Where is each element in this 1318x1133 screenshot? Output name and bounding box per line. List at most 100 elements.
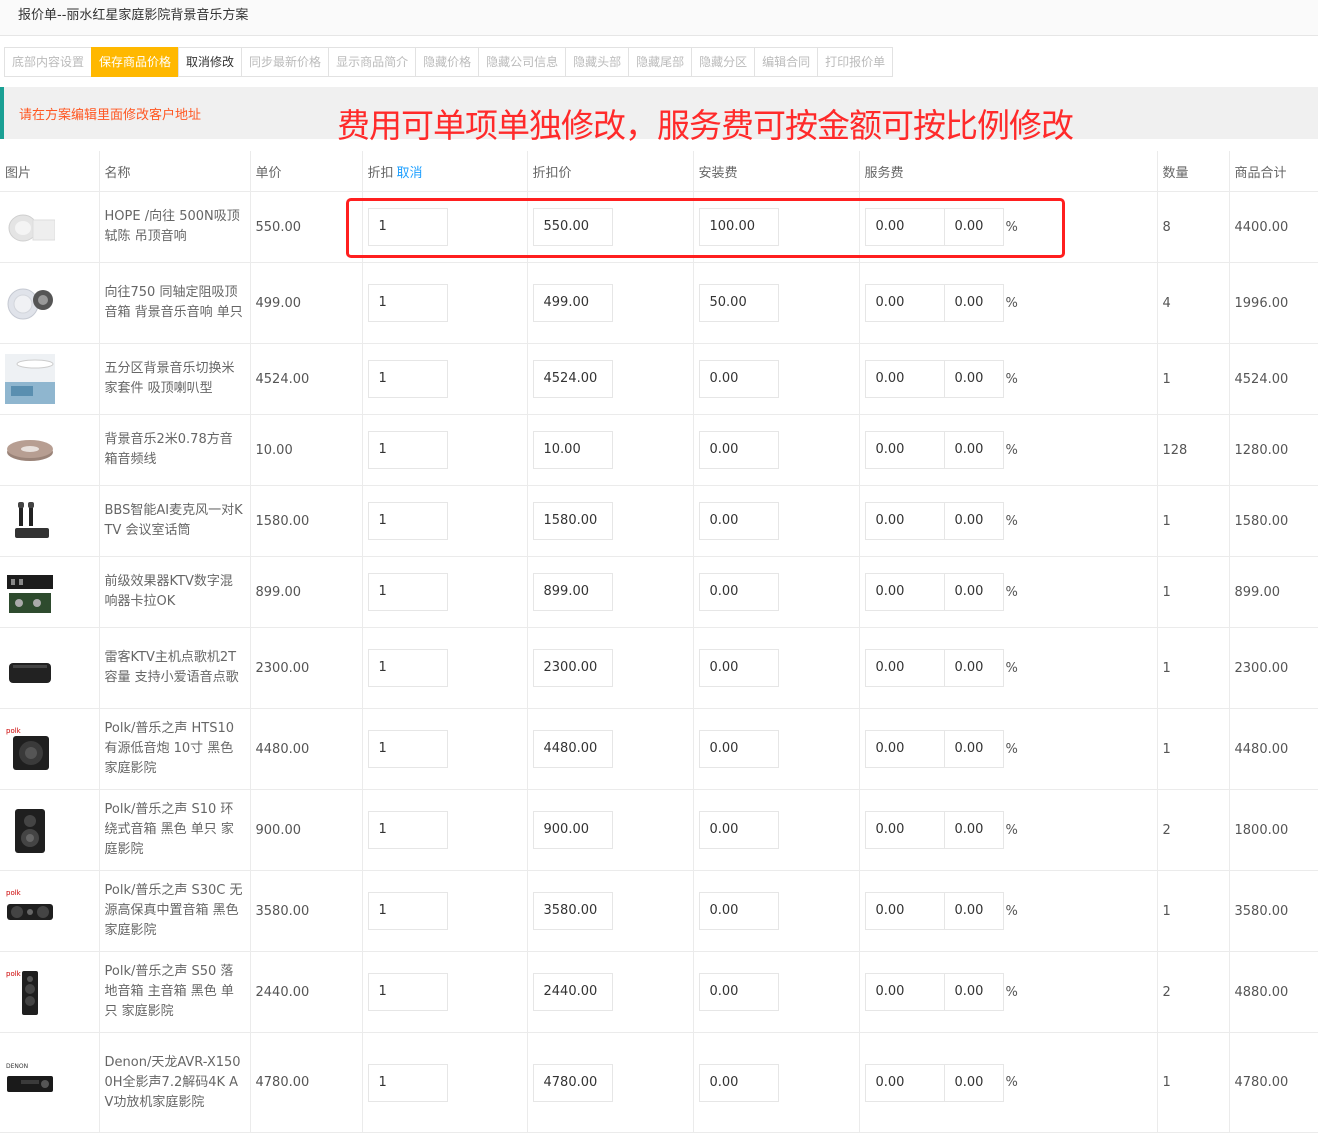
subtotal: 1580.00: [1228, 485, 1318, 557]
subwoofer-icon: polk: [5, 724, 55, 774]
install-fee-input[interactable]: 0.00: [698, 973, 779, 1011]
save-prices-button[interactable]: 保存商品价格: [91, 47, 180, 77]
discount-price-input[interactable]: 550.00: [532, 208, 613, 246]
service-amount-input[interactable]: 0.00: [864, 284, 945, 322]
unit-price: 4524.00: [249, 343, 362, 415]
service-percent-input[interactable]: 0.00: [943, 431, 1004, 469]
discount-input[interactable]: 1: [367, 573, 448, 611]
service-amount-input[interactable]: 0.00: [864, 360, 945, 398]
hide-sections-button[interactable]: 隐藏分区: [691, 47, 756, 77]
edit-contract-button[interactable]: 编辑合同: [754, 47, 819, 77]
service-percent-input[interactable]: 0.00: [943, 811, 1004, 849]
service-percent-input[interactable]: 0.00: [943, 573, 1004, 611]
service-percent-input[interactable]: 0.00: [943, 502, 1004, 540]
show-product-intro-button[interactable]: 显示商品简介: [328, 47, 417, 77]
discount-price-input[interactable]: 900.00: [532, 811, 613, 849]
discount-input[interactable]: 1: [367, 811, 448, 849]
discount-cell: 1: [361, 951, 527, 1033]
discount-input[interactable]: 1: [367, 208, 448, 246]
subtotal: 1280.00: [1228, 414, 1318, 486]
install-fee-cell: 0.00: [692, 485, 859, 557]
discount-cell: 1: [361, 708, 527, 790]
discount-price-input[interactable]: 1580.00: [532, 502, 613, 540]
service-percent-input[interactable]: 0.00: [943, 649, 1004, 687]
discount-input[interactable]: 1: [367, 360, 448, 398]
service-amount-input[interactable]: 0.00: [864, 208, 945, 246]
discount-price-input[interactable]: 4524.00: [532, 360, 613, 398]
hide-company-info-button[interactable]: 隐藏公司信息: [478, 47, 567, 77]
floor-speaker-icon: polk: [5, 967, 55, 1017]
quantity: 1: [1156, 870, 1229, 952]
col-service-fee: 服务费: [858, 151, 1157, 192]
discount-price-input[interactable]: 10.00: [532, 431, 613, 469]
service-percent-input[interactable]: 0.00: [943, 208, 1004, 246]
service-amount-input[interactable]: 0.00: [864, 1063, 945, 1102]
install-fee-input[interactable]: 0.00: [698, 573, 779, 611]
service-amount-input[interactable]: 0.00: [864, 431, 945, 469]
install-fee-cell: 0.00: [692, 343, 859, 415]
install-fee-input[interactable]: 0.00: [698, 360, 779, 398]
install-fee-input[interactable]: 0.00: [698, 730, 779, 768]
discount-price-cell: 10.00: [526, 414, 693, 486]
service-percent-input[interactable]: 0.00: [943, 892, 1004, 930]
hide-footer-button[interactable]: 隐藏尾部: [628, 47, 693, 77]
percent-sign: %: [1005, 442, 1018, 458]
discount-price-input[interactable]: 899.00: [532, 573, 613, 611]
service-amount-input[interactable]: 0.00: [864, 573, 945, 611]
install-fee-input[interactable]: 100.00: [698, 208, 779, 246]
product-name: HOPE /向往 500N吸顶轼陈 吊顶音响: [98, 191, 250, 263]
discount-price-input[interactable]: 4480.00: [532, 730, 613, 768]
discount-price-input[interactable]: 4780.00: [532, 1063, 613, 1102]
service-percent-input[interactable]: 0.00: [943, 360, 1004, 398]
install-fee-input[interactable]: 0.00: [698, 431, 779, 469]
install-fee-input[interactable]: 0.00: [698, 892, 779, 930]
percent-sign: %: [1005, 513, 1018, 529]
discount-input[interactable]: 1: [367, 730, 448, 768]
hide-price-button[interactable]: 隐藏价格: [415, 47, 480, 77]
install-fee-input[interactable]: 0.00: [698, 1063, 779, 1102]
discount-input[interactable]: 1: [367, 892, 448, 930]
discount-price-input[interactable]: 2300.00: [532, 649, 613, 687]
service-amount-input[interactable]: 0.00: [864, 811, 945, 849]
bottom-content-settings-button[interactable]: 底部内容设置: [4, 47, 93, 77]
service-percent-input[interactable]: 0.00: [943, 284, 1004, 322]
service-percent-input[interactable]: 0.00: [943, 730, 1004, 768]
table-row: DENON Denon/天龙AVR-X1500H全影声7.2解码4K AV功放机…: [0, 1032, 1318, 1133]
discount-input[interactable]: 1: [367, 1063, 448, 1102]
service-amount-input[interactable]: 0.00: [864, 892, 945, 930]
sync-prices-button[interactable]: 同步最新价格: [241, 47, 330, 77]
install-fee-cell: 100.00: [692, 191, 859, 263]
service-amount-input[interactable]: 0.00: [864, 973, 945, 1011]
unit-price: 900.00: [249, 789, 362, 871]
discount-input[interactable]: 1: [367, 649, 448, 687]
unit-price: 4480.00: [249, 708, 362, 790]
polk-logo: polk: [6, 727, 22, 735]
service-amount-input[interactable]: 0.00: [864, 502, 945, 540]
service-fee-cell: 0.00 0.00%: [858, 708, 1157, 790]
notice-text: 请在方案编辑里面修改客户地址: [19, 108, 202, 123]
service-percent-input[interactable]: 0.00: [943, 973, 1004, 1011]
discount-price-input[interactable]: 2440.00: [532, 973, 613, 1011]
subtotal: 1996.00: [1228, 262, 1318, 344]
install-fee-input[interactable]: 0.00: [698, 649, 779, 687]
discount-input[interactable]: 1: [367, 431, 448, 469]
discount-input[interactable]: 1: [367, 973, 448, 1011]
install-fee-input[interactable]: 0.00: [698, 811, 779, 849]
discount-price-input[interactable]: 3580.00: [532, 892, 613, 930]
denon-logo: DENON: [6, 1063, 28, 1070]
discount-price-input[interactable]: 499.00: [532, 284, 613, 322]
discount-input[interactable]: 1: [367, 284, 448, 322]
hide-header-button[interactable]: 隐藏头部: [565, 47, 630, 77]
discount-cell: 1: [361, 1032, 527, 1133]
discount-cell: 1: [361, 262, 527, 344]
install-fee-input[interactable]: 50.00: [698, 284, 779, 322]
discount-input[interactable]: 1: [367, 502, 448, 540]
unit-price: 899.00: [249, 556, 362, 628]
print-quote-button[interactable]: 打印报价单: [817, 47, 894, 77]
discount-cancel-link[interactable]: 取消: [397, 166, 423, 181]
service-amount-input[interactable]: 0.00: [864, 649, 945, 687]
service-percent-input[interactable]: 0.00: [943, 1063, 1004, 1102]
install-fee-input[interactable]: 0.00: [698, 502, 779, 540]
service-amount-input[interactable]: 0.00: [864, 730, 945, 768]
cancel-edit-button[interactable]: 取消修改: [178, 47, 243, 77]
